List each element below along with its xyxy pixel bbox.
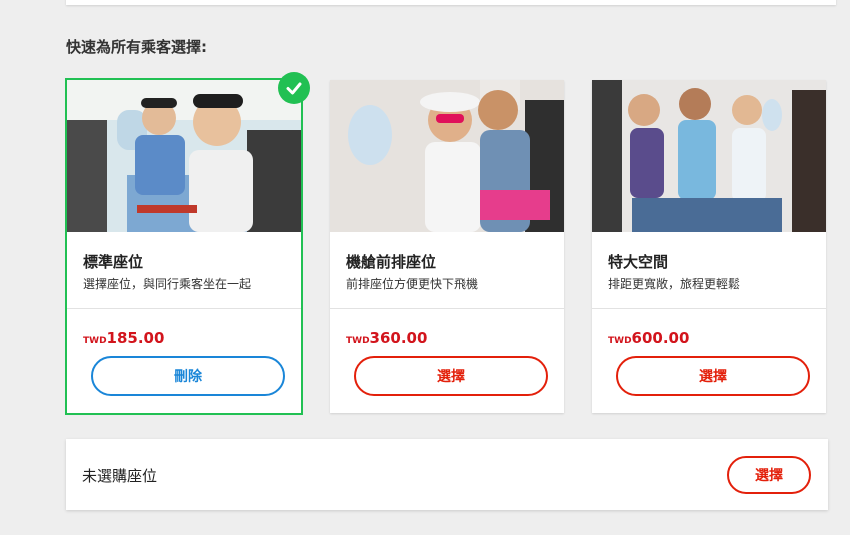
no-seat-label: 未選購座位 bbox=[82, 467, 158, 485]
price-currency: TWD bbox=[83, 336, 107, 346]
seat-card-image bbox=[330, 80, 564, 232]
section-title: 快速為所有乘客選擇: bbox=[66, 38, 207, 56]
selected-check-icon bbox=[278, 72, 310, 104]
seat-card-name: 機艙前排座位 bbox=[346, 253, 437, 271]
seat-card-description: 選擇座位，與同行乘客坐在一起 bbox=[83, 277, 252, 291]
seat-card-description: 前排座位方便更快下飛機 bbox=[346, 277, 479, 291]
seat-card-name: 特大空間 bbox=[608, 253, 669, 271]
select-button[interactable]: 選擇 bbox=[616, 356, 810, 396]
previous-section-panel bbox=[66, 0, 836, 5]
price-amount: 360.00 bbox=[369, 329, 428, 347]
seat-card-price: TWD360.00 bbox=[346, 328, 427, 347]
select-button[interactable]: 選擇 bbox=[354, 356, 548, 396]
seat-card-price: TWD185.00 bbox=[83, 328, 164, 347]
price-currency: TWD bbox=[608, 336, 632, 346]
no-seat-panel: 未選購座位 選擇 bbox=[66, 439, 828, 510]
divider bbox=[330, 308, 564, 309]
divider bbox=[67, 308, 301, 309]
price-amount: 185.00 bbox=[106, 329, 165, 347]
seat-card-price: TWD600.00 bbox=[608, 328, 689, 347]
seat-card-front-row[interactable]: 機艙前排座位 前排座位方便更快下飛機 TWD360.00 選擇 bbox=[330, 80, 564, 413]
price-amount: 600.00 bbox=[631, 329, 690, 347]
remove-button[interactable]: 刪除 bbox=[91, 356, 285, 396]
seat-card-name: 標準座位 bbox=[83, 253, 144, 271]
seat-card-standard[interactable]: 標準座位 選擇座位，與同行乘客坐在一起 TWD185.00 刪除 bbox=[65, 72, 310, 415]
seat-card-image bbox=[67, 80, 301, 232]
seat-card-extra-legroom[interactable]: 特大空間 排距更寬敞，旅程更輕鬆 TWD600.00 選擇 bbox=[592, 80, 826, 413]
no-seat-select-button[interactable]: 選擇 bbox=[727, 456, 811, 494]
price-currency: TWD bbox=[346, 336, 370, 346]
seat-card-description: 排距更寬敞，旅程更輕鬆 bbox=[608, 277, 741, 291]
divider bbox=[592, 308, 826, 309]
seat-card-image bbox=[592, 80, 826, 232]
